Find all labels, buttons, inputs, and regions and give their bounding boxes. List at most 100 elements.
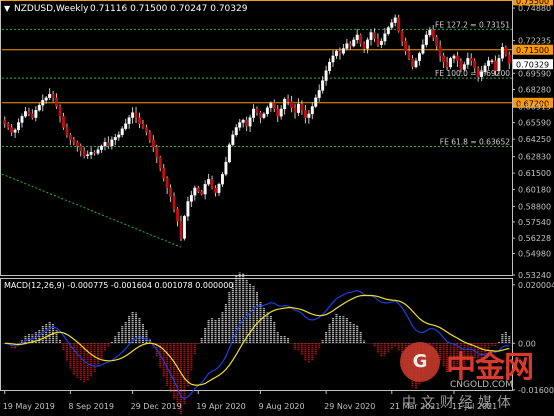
candle-body-65 bbox=[227, 144, 231, 163]
level-tag-label-1: 0.71500 bbox=[516, 46, 549, 55]
time-tick-label-4: 9 Aug 2020 bbox=[258, 402, 304, 411]
price-tick-label-8: 0.62830 bbox=[518, 153, 551, 162]
candle-body-139 bbox=[483, 65, 487, 73]
candle-body-119 bbox=[414, 60, 418, 68]
candle-body-94 bbox=[328, 61, 332, 71]
candle-body-16 bbox=[58, 106, 62, 117]
candle-body-34 bbox=[120, 128, 124, 136]
candle-body-25 bbox=[89, 151, 93, 155]
price-tick-label-7: 0.64250 bbox=[518, 135, 551, 144]
candle-body-32 bbox=[113, 137, 117, 140]
candle-body-84 bbox=[293, 107, 297, 113]
candle-65 bbox=[227, 142, 231, 164]
candle-body-79 bbox=[276, 108, 280, 117]
candle-body-108 bbox=[376, 38, 380, 45]
candle-body-7 bbox=[27, 111, 31, 115]
candle-body-36 bbox=[127, 117, 131, 124]
candle-body-8 bbox=[30, 113, 34, 118]
price-tick-label-9: 0.61500 bbox=[518, 169, 551, 178]
candle-body-131 bbox=[455, 55, 459, 61]
candle-body-137 bbox=[476, 68, 480, 78]
symbol-menu-icon[interactable]: ▼ bbox=[4, 4, 11, 13]
candle-body-28 bbox=[100, 145, 103, 150]
candle-body-66 bbox=[231, 134, 235, 145]
candle-body-57 bbox=[200, 191, 204, 195]
price-tick-label-13: 0.56228 bbox=[518, 234, 551, 243]
candle-body-115 bbox=[400, 31, 404, 42]
candle-body-82 bbox=[286, 98, 290, 102]
candle-body-96 bbox=[335, 50, 338, 57]
candle-body-135 bbox=[469, 58, 473, 61]
candle-body-64 bbox=[224, 161, 228, 175]
candle-body-45 bbox=[158, 156, 162, 169]
candle-body-61 bbox=[214, 187, 217, 193]
candle-body-144 bbox=[500, 47, 504, 59]
candle-body-44 bbox=[155, 147, 159, 158]
candle-body-11 bbox=[41, 100, 45, 106]
candle-body-91 bbox=[317, 90, 321, 98]
time-tick-label-1: 8 Sep 2019 bbox=[68, 402, 114, 411]
candle-body-9 bbox=[34, 110, 38, 118]
watermark-subtitle: 中文财经媒体 bbox=[402, 395, 516, 411]
candle-body-54 bbox=[189, 195, 193, 202]
price-tick-label-5: 0.66915 bbox=[518, 102, 551, 111]
candle-body-85 bbox=[297, 103, 300, 113]
candle-body-145 bbox=[504, 47, 508, 55]
candle-body-92 bbox=[321, 80, 325, 91]
candle-body-117 bbox=[407, 50, 411, 59]
candle-body-128 bbox=[445, 61, 449, 68]
candle-body-112 bbox=[390, 22, 394, 28]
candle-body-17 bbox=[62, 116, 65, 128]
candle-body-143 bbox=[497, 58, 501, 71]
fib-label-2: FE 61.8 = 0.63652 bbox=[440, 138, 510, 147]
fib-label-0: FE 127.2 = 0.73151 bbox=[435, 20, 510, 29]
price-tick-label-15: 0.53240 bbox=[518, 271, 551, 280]
watermark-site: CNGOLD.COM bbox=[450, 380, 514, 390]
candle-body-15 bbox=[55, 97, 59, 107]
candle-body-114 bbox=[397, 17, 401, 32]
candle-body-58 bbox=[203, 184, 207, 195]
candle-body-76 bbox=[265, 107, 269, 115]
candle-body-140 bbox=[487, 60, 491, 66]
candle-body-69 bbox=[241, 119, 245, 123]
candle-body-103 bbox=[359, 34, 363, 44]
candle-body-120 bbox=[417, 53, 421, 61]
candle-body-98 bbox=[341, 48, 345, 54]
candle-body-40 bbox=[141, 123, 145, 128]
candle-body-52 bbox=[182, 216, 186, 239]
price-tick-label-3: 0.69590 bbox=[518, 69, 551, 78]
macd-label: MACD(12,26,9) -0.000775 -0.001604 0.0010… bbox=[4, 281, 233, 290]
candle-body-77 bbox=[269, 102, 273, 108]
candle-body-13 bbox=[48, 93, 52, 98]
candle-body-129 bbox=[449, 58, 452, 68]
candle-body-33 bbox=[117, 134, 121, 138]
candle-body-136 bbox=[473, 60, 477, 69]
price-tick-label-12: 0.57540 bbox=[518, 218, 551, 227]
candle-body-53 bbox=[186, 201, 190, 217]
candle-body-59 bbox=[207, 179, 211, 185]
candle-body-49 bbox=[172, 196, 176, 210]
candle-body-86 bbox=[300, 103, 304, 111]
candle-body-60 bbox=[210, 179, 214, 189]
candle-body-4 bbox=[17, 122, 21, 131]
candle-body-14 bbox=[51, 93, 55, 98]
candle-body-88 bbox=[307, 113, 311, 118]
candle-body-23 bbox=[82, 150, 86, 156]
candle-body-113 bbox=[393, 17, 397, 23]
candle-body-37 bbox=[131, 112, 135, 118]
candle-body-95 bbox=[331, 55, 335, 63]
candle-body-3 bbox=[13, 129, 17, 133]
candle-body-126 bbox=[438, 45, 442, 57]
candle-body-127 bbox=[442, 55, 446, 63]
current-price-tag-label: 0.70329 bbox=[516, 61, 549, 70]
price-tick-label-10: 0.60180 bbox=[518, 185, 551, 194]
price-tick-label-14: 0.54980 bbox=[518, 250, 551, 259]
candle-body-20 bbox=[72, 139, 76, 143]
candle-body-81 bbox=[283, 98, 287, 110]
price-tick-label-4: 0.68280 bbox=[518, 85, 551, 94]
candle-body-80 bbox=[279, 108, 283, 117]
cngold-logo-icon: G bbox=[400, 342, 440, 382]
symbol-label: NZDUSD,Weekly bbox=[14, 4, 89, 14]
candle-body-122 bbox=[424, 34, 428, 45]
candle-body-18 bbox=[65, 127, 69, 136]
